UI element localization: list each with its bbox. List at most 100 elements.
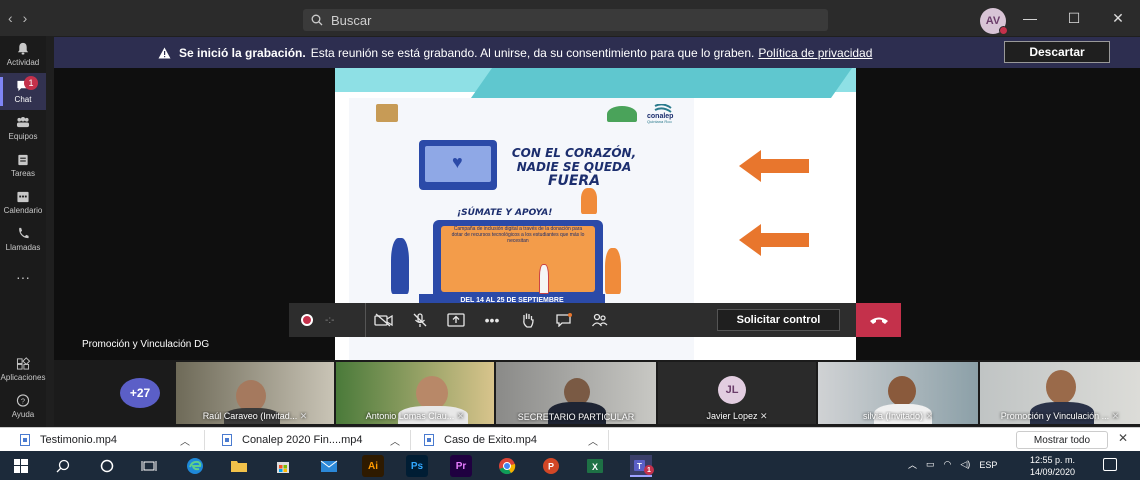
rail-item-ayuda[interactable]: ? Ayuda [0,388,46,425]
rail-item-chat[interactable]: Chat 1 [0,73,46,110]
participant-name: silvia (Invitado) ✕ [862,411,934,421]
rail-item-actividad[interactable]: Actividad [0,36,46,73]
mic-off-icon: ✕ [760,411,768,421]
cortana-icon[interactable] [96,455,118,477]
maximize-icon[interactable]: ☐ [1066,10,1082,27]
language-indicator[interactable]: ESP [979,460,997,470]
rail-label: Actividad [6,58,40,67]
raise-hand-button[interactable] [510,303,546,337]
windows-start-icon[interactable] [10,455,32,477]
mic-off-icon: ✕ [299,411,308,421]
rail-item-aplicaciones[interactable]: Aplicaciones [0,351,46,388]
search-icon [311,14,323,26]
banner-title: Se inició la grabación. [179,45,306,60]
search-input[interactable]: Buscar [303,9,828,31]
teams-window: ‹ › Buscar AV — ☐ ✕ Actividad Chat 1 Equ… [0,0,1140,480]
conalep-logo: conalep Quintana Roo [645,103,681,124]
wifi-icon[interactable]: ◠ [944,459,952,470]
video-file-icon [424,434,434,446]
minimize-icon[interactable]: — [1022,10,1038,27]
more-participants-button[interactable]: +27 [120,378,160,408]
clock-time: 12:55 p. m. [1030,455,1076,465]
state-logo [376,104,398,122]
avatar-initials: AV [985,15,1001,27]
search-icon[interactable] [52,455,74,477]
svg-text:X: X [592,462,598,472]
participant-tile[interactable]: Antonio Lomas Clau... ✕ [336,362,494,424]
battery-icon[interactable]: ▭ [926,459,935,470]
share-screen-button[interactable] [438,303,474,337]
privacy-policy-link[interactable]: Política de privacidad [758,46,872,60]
arrow-left-icon [739,224,809,256]
participant-strip: +27 Raúl Caraveo (Invitad... ✕ Antonio L… [54,360,1140,426]
show-all-downloads-button[interactable]: Mostrar todo [1016,431,1108,449]
forward-arrow-icon[interactable]: › [23,10,28,26]
conalep-logo-subtext: Quintana Roo [647,119,672,124]
call-timer: -:- [325,314,335,326]
mic-toggle-button[interactable] [402,303,438,337]
user-avatar[interactable]: AV [980,8,1008,35]
arrow-left-icon [739,150,809,182]
photoshop-icon[interactable]: Ps [406,455,428,477]
notification-center-icon[interactable] [1103,458,1117,471]
back-arrow-icon[interactable]: ‹ [8,10,13,26]
task-view-icon[interactable] [138,455,160,477]
store-icon[interactable] [272,455,294,477]
download-filename: Testimonio.mp4 [40,434,118,446]
hang-up-button[interactable] [856,303,901,337]
chrome-icon[interactable] [496,455,518,477]
ellipsis-icon: ••• [484,312,500,328]
rail-item-calendario[interactable]: Calendario [0,184,46,221]
headline-line-1: CON EL CORAZÓN, [511,146,637,160]
search-placeholder: Buscar [331,12,372,28]
participant-name: SECRETARIO PARTICULAR [517,412,635,422]
powerpoint-icon[interactable]: P [540,455,562,477]
rail-item-more[interactable]: ··· [0,258,46,295]
close-icon[interactable]: ✕ [1118,431,1128,445]
chevron-up-icon[interactable]: ︿ [180,433,190,448]
dismiss-button[interactable]: Descartar [1004,41,1110,63]
participants-icon [591,313,608,327]
camera-toggle-button[interactable] [366,303,402,337]
person-illustration [391,238,409,294]
system-clock[interactable]: 12:55 p. m. 14/09/2020 [1030,454,1075,478]
participant-name: Promoción y Vinculación ... ✕ [1000,411,1120,421]
volume-icon[interactable]: ◁) [960,459,970,470]
poster-cta: ¡SÚMATE Y APOYA! [457,208,553,218]
participant-tile[interactable]: JL Javier Lopez ✕ [658,362,816,424]
divider [608,430,609,450]
chevron-up-icon[interactable]: ︿ [390,433,400,448]
mic-off-icon: ✕ [1111,411,1120,421]
svg-text:?: ? [21,396,25,405]
person-illustration [581,188,597,214]
premiere-icon[interactable]: Pr [450,455,472,477]
rail-item-equipos[interactable]: Equipos [0,110,46,147]
chevron-up-icon[interactable]: ︿ [908,458,917,471]
edge-icon[interactable] [184,455,206,477]
download-item[interactable]: Conalep 2020 Fin....mp4 ︿ [222,432,400,448]
chat-toggle-button[interactable] [546,303,582,337]
title-bar: ‹ › Buscar AV — ☐ ✕ [0,0,1140,36]
teams-icon[interactable]: T 1 [630,455,654,477]
mail-icon[interactable] [318,455,340,477]
rail-item-llamadas[interactable]: Llamadas [0,221,46,258]
download-item[interactable]: Caso de Exito.mp4 ︿ [424,432,598,448]
rail-item-tareas[interactable]: Tareas [0,147,46,184]
chevron-up-icon[interactable]: ︿ [588,433,598,448]
help-icon: ? [16,394,30,407]
poster-headline: CON EL CORAZÓN, NADIE SE QUEDA FUERA [509,146,639,188]
hand-icon [523,313,534,328]
illustrator-icon[interactable]: Ai [362,455,384,477]
download-item[interactable]: Testimonio.mp4 ︿ [20,432,190,448]
participant-tile[interactable]: SECRETARIO PARTICULAR [496,362,656,424]
file-explorer-icon[interactable] [228,455,250,477]
request-control-button[interactable]: Solicitar control [717,309,840,331]
close-icon[interactable]: ✕ [1110,10,1126,27]
participant-tile[interactable]: silvia (Invitado) ✕ [818,362,978,424]
excel-icon[interactable]: X [584,455,606,477]
participant-tile[interactable]: Promoción y Vinculación ... ✕ [980,362,1140,424]
headline-line-2: NADIE SE QUEDA [516,160,632,174]
participant-tile[interactable]: Raúl Caraveo (Invitad... ✕ [176,362,334,424]
more-actions-button[interactable]: ••• [474,303,510,337]
participants-button[interactable] [582,303,618,337]
